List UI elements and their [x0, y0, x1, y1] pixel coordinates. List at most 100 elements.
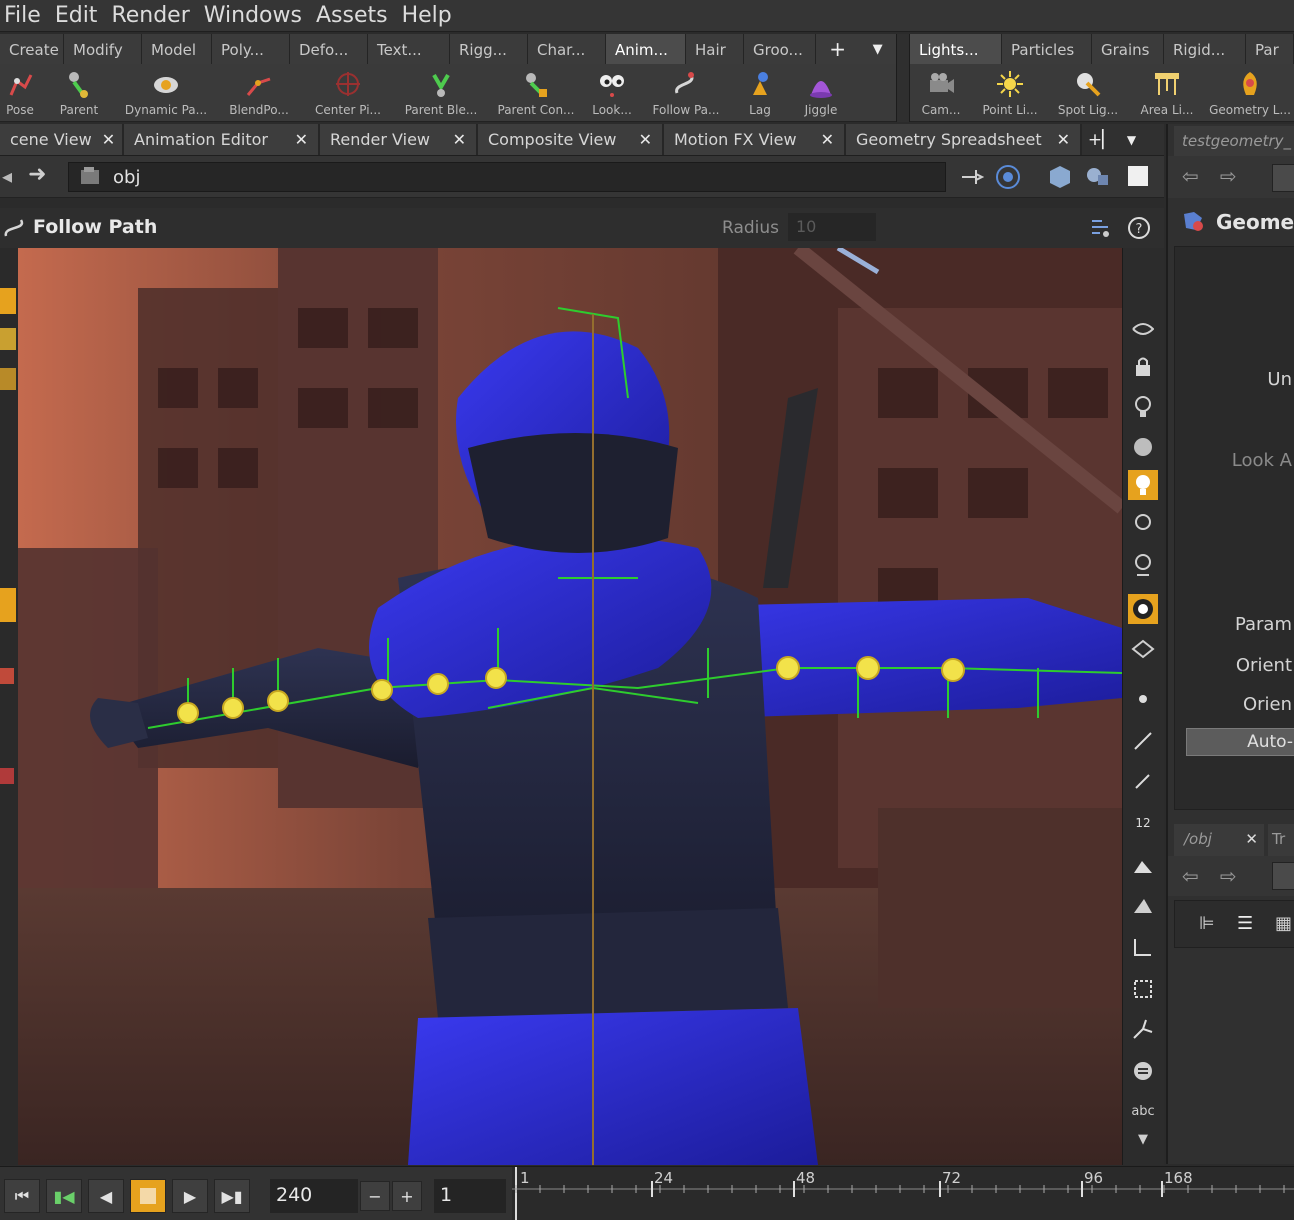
- jump-to-end-button[interactable]: ▶▮: [214, 1179, 250, 1213]
- auto-button[interactable]: Auto-: [1186, 728, 1294, 756]
- list-view-icon[interactable]: ☰: [1237, 913, 1253, 934]
- path-field[interactable]: obj: [68, 162, 946, 192]
- scene-viewport[interactable]: [18, 248, 1122, 1165]
- tool-pose[interactable]: Pose: [0, 64, 40, 121]
- close-icon[interactable]: ✕: [1057, 130, 1070, 149]
- current-frame-field[interactable]: 240: [270, 1179, 358, 1213]
- back-arrow-icon[interactable]: ⇦: [1182, 864, 1199, 888]
- lower-tab-obj[interactable]: /obj ✕: [1174, 824, 1264, 856]
- play-reverse-button[interactable]: ◀: [88, 1179, 124, 1213]
- chevron-down-icon[interactable]: ▼: [1127, 133, 1136, 147]
- menu-edit[interactable]: Edit: [51, 3, 106, 28]
- menu-windows[interactable]: Windows: [200, 3, 310, 28]
- menu-help[interactable]: Help: [398, 3, 460, 28]
- network-icon[interactable]: [1272, 862, 1294, 890]
- normal-icon[interactable]: [1128, 726, 1158, 756]
- forward-arrow-icon[interactable]: ⇨: [1220, 164, 1237, 188]
- shelf-tab-deform[interactable]: Defo...: [290, 34, 368, 64]
- tool-jiggle[interactable]: Jiggle: [790, 64, 852, 121]
- close-icon[interactable]: ✕: [453, 130, 466, 149]
- headlight-icon[interactable]: [1128, 432, 1158, 462]
- tool-look-at[interactable]: Look...: [582, 64, 642, 121]
- tool-point-light[interactable]: Point Li...: [972, 64, 1048, 121]
- close-icon[interactable]: ✕: [821, 130, 834, 149]
- shelf-tab-create[interactable]: Create: [0, 34, 64, 64]
- pen-icon[interactable]: [1128, 766, 1158, 796]
- white-box-icon[interactable]: [1126, 164, 1152, 190]
- bone-tool-icon[interactable]: [0, 768, 14, 784]
- shelf-divider[interactable]: [896, 34, 910, 122]
- uv-icon[interactable]: [1128, 932, 1158, 962]
- tab-geometry-spreadsheet[interactable]: Geometry Spreadsheet ✕: [846, 124, 1082, 155]
- shelf-tab-texture[interactable]: Text...: [368, 34, 450, 64]
- shelf-tab-rigid[interactable]: Rigid...: [1164, 34, 1246, 64]
- shelf-tab-poly[interactable]: Poly...: [212, 34, 290, 64]
- shelf-tab-particle-fluids[interactable]: Par: [1246, 34, 1294, 64]
- shelf-tab-lights[interactable]: Lights...: [910, 34, 1002, 64]
- target-icon[interactable]: [994, 163, 1022, 191]
- text-label-icon[interactable]: abc: [1128, 1096, 1158, 1126]
- tab-animation-editor[interactable]: Animation Editor ✕: [124, 124, 320, 155]
- handle-options-icon[interactable]: [1088, 215, 1114, 241]
- timeline[interactable]: 1 24 48 72 96 168: [512, 1167, 1294, 1220]
- light-bulb-icon[interactable]: [1128, 550, 1158, 580]
- back-arrow-icon[interactable]: ⇦: [1182, 164, 1199, 188]
- rotate-tool-icon[interactable]: [0, 368, 16, 390]
- close-icon[interactable]: ✕: [102, 130, 115, 149]
- list-icon[interactable]: [1128, 1056, 1158, 1086]
- shelf-tab-grains[interactable]: Grains: [1092, 34, 1164, 64]
- decrement-frame-button[interactable]: −: [360, 1181, 390, 1211]
- chevron-down-icon[interactable]: ▼: [873, 42, 883, 57]
- help-icon[interactable]: ?: [1126, 215, 1152, 241]
- menu-assets[interactable]: Assets: [312, 3, 396, 28]
- tree-icon[interactable]: ⊫: [1199, 913, 1215, 934]
- shelf-tab-grooming[interactable]: Groo...: [744, 34, 816, 64]
- lock-icon[interactable]: [1128, 352, 1158, 382]
- tool-dynamic-parent[interactable]: Dynamic Pa...: [118, 64, 214, 121]
- pane-tab[interactable]: testgeometry_: [1174, 126, 1294, 156]
- tool-area-light[interactable]: Area Li...: [1128, 64, 1206, 121]
- close-icon[interactable]: ✕: [639, 130, 652, 149]
- tab-composite-view[interactable]: Composite View ✕: [478, 124, 664, 155]
- lower-tab-tree[interactable]: Tr: [1268, 824, 1294, 856]
- tool-parent[interactable]: Parent: [40, 64, 118, 121]
- light-on-icon[interactable]: [1128, 470, 1158, 500]
- shelf-tab-modify[interactable]: Modify: [64, 34, 142, 64]
- back-arrow-icon[interactable]: ◂: [2, 164, 12, 188]
- tool-center-pivot[interactable]: Center Pi...: [304, 64, 392, 121]
- vertex-icon[interactable]: [1128, 1014, 1158, 1044]
- stop-button[interactable]: [130, 1179, 166, 1213]
- shading-mode-icon[interactable]: [1128, 594, 1158, 624]
- tool-camera[interactable]: Cam...: [910, 64, 972, 121]
- object-icon[interactable]: [1046, 163, 1074, 191]
- wireframe-icon[interactable]: [1128, 634, 1158, 664]
- shelf-tab-model[interactable]: Model: [142, 34, 212, 64]
- select-tool-icon[interactable]: [0, 288, 16, 314]
- move-tool-icon[interactable]: [0, 328, 16, 350]
- menu-render[interactable]: Render: [107, 3, 197, 28]
- point-icon[interactable]: [1128, 684, 1158, 714]
- grid-view-icon[interactable]: ▦: [1275, 913, 1292, 934]
- tool-geometry-light[interactable]: Geometry L...: [1206, 64, 1294, 121]
- tab-render-view[interactable]: Render View ✕: [320, 124, 478, 155]
- add-tab-icon[interactable]: +▏: [1088, 130, 1115, 150]
- forward-arrow-icon[interactable]: ➜: [28, 162, 46, 187]
- plus-icon[interactable]: +: [829, 37, 846, 61]
- forward-arrow-icon[interactable]: ⇨: [1220, 864, 1237, 888]
- close-icon[interactable]: ✕: [1245, 830, 1258, 848]
- shelf-tab-particles[interactable]: Particles: [1002, 34, 1092, 64]
- display-options-icon[interactable]: [1084, 163, 1112, 191]
- visibility-icon[interactable]: [1128, 314, 1158, 344]
- increment-frame-button[interactable]: +: [392, 1181, 422, 1211]
- shelf-tab-hair[interactable]: Hair: [686, 34, 744, 64]
- light-off-icon[interactable]: [1128, 392, 1158, 422]
- tab-motion-fx-view[interactable]: Motion FX View ✕: [664, 124, 846, 155]
- menu-file[interactable]: File: [0, 3, 49, 28]
- tool-parent-constraint[interactable]: Parent Con...: [490, 64, 582, 121]
- start-frame-field[interactable]: 1: [434, 1179, 506, 1213]
- pin-icon[interactable]: [958, 164, 984, 190]
- close-icon[interactable]: ✕: [295, 130, 308, 149]
- shelf-tab-character[interactable]: Char...: [528, 34, 606, 64]
- network-icon[interactable]: [1272, 164, 1294, 192]
- tool-blend-pose[interactable]: BlendPo...: [214, 64, 304, 121]
